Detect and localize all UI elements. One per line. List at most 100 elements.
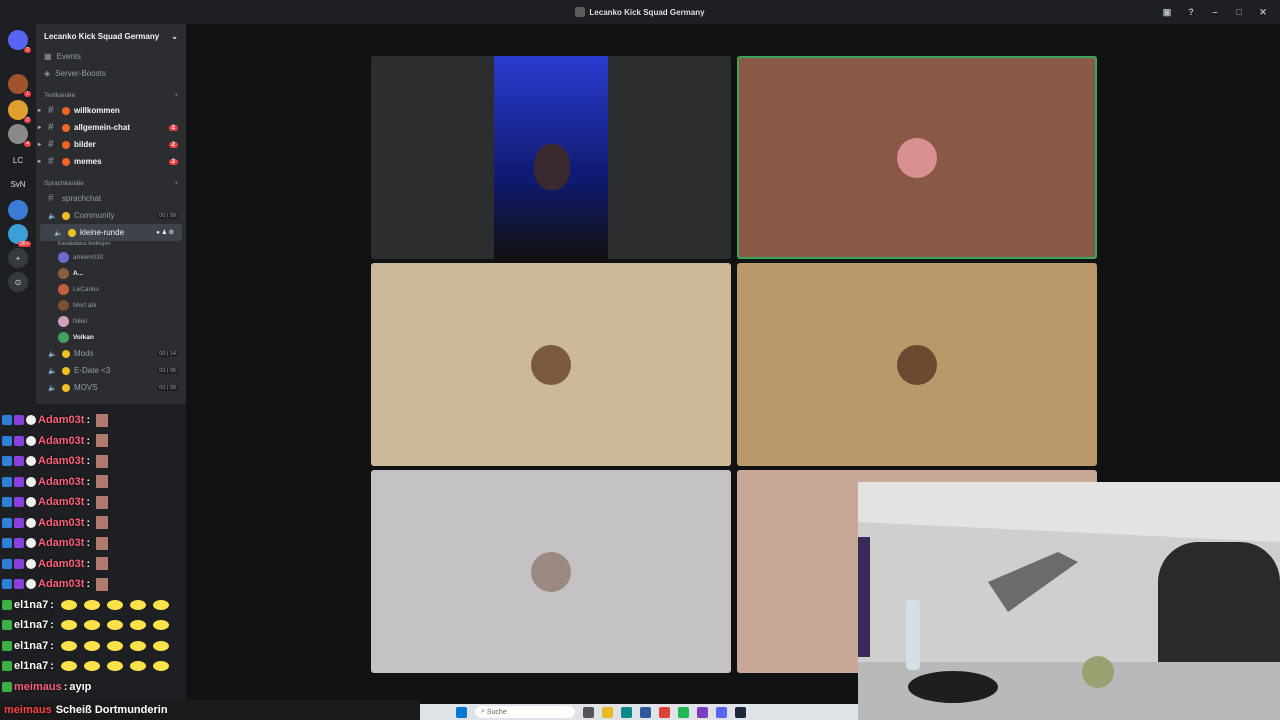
maximize-button[interactable]: □ bbox=[1234, 7, 1244, 18]
voice-channel-sprachchat[interactable]: # sprachchat bbox=[36, 190, 186, 207]
channel-name: MOVS bbox=[74, 383, 98, 392]
ticker-message: Scheiß Dortmunderin bbox=[55, 704, 168, 716]
badge-icon bbox=[2, 497, 12, 508]
badge-icon bbox=[2, 579, 12, 590]
hash-icon: # bbox=[48, 122, 54, 133]
chat-colon: : bbox=[86, 475, 91, 488]
badge-icon bbox=[2, 415, 12, 426]
chat-image bbox=[96, 413, 109, 427]
discord-icon[interactable] bbox=[716, 706, 727, 718]
voice-channel-2[interactable]: 🔈 MOVS 00 | 99 bbox=[36, 379, 186, 396]
chrome-icon[interactable] bbox=[659, 706, 670, 718]
chat-username: Adam03t bbox=[38, 578, 85, 591]
participant-tile-user-4[interactable] bbox=[737, 263, 1097, 466]
category-voice[interactable]: Sprachkanäle + bbox=[36, 176, 186, 190]
edge-icon[interactable] bbox=[621, 706, 632, 718]
server-icon-0[interactable]: 2 bbox=[8, 30, 31, 53]
avatar bbox=[58, 283, 69, 295]
channel-name: willkommen bbox=[74, 106, 120, 115]
spotify-icon[interactable] bbox=[678, 706, 689, 718]
badge-icon bbox=[14, 456, 24, 467]
events-link[interactable]: ▦ Events bbox=[36, 48, 186, 65]
emote-icon bbox=[106, 661, 123, 672]
server-icon-3[interactable]: 4 bbox=[8, 124, 31, 147]
badge-icon bbox=[14, 558, 24, 569]
chat-image bbox=[96, 495, 109, 509]
video-feed bbox=[494, 56, 608, 259]
chat-image bbox=[96, 475, 109, 489]
emote-icon bbox=[60, 640, 77, 651]
channel-allgemein-chat[interactable]: ▸ # allgemein-chat 2 bbox=[36, 119, 186, 136]
voice-user[interactable]: A... bbox=[36, 265, 186, 281]
channel-actions-icon[interactable]: ● ♟ ⚙ bbox=[156, 229, 174, 236]
window-titlebar: Lecanko Kick Squad Germany ▣ ? – □ ✕ bbox=[0, 0, 1280, 24]
participant-tile-user-3[interactable] bbox=[371, 263, 731, 466]
channel-willkommen[interactable]: ▸ # willkommen bbox=[36, 102, 186, 119]
participant-tile-user-5[interactable] bbox=[371, 470, 731, 673]
server-icon-4[interactable]: LC bbox=[8, 150, 28, 170]
inbox-icon[interactable]: ▣ bbox=[1162, 7, 1172, 18]
start-icon[interactable] bbox=[456, 706, 467, 718]
chat-colon: : bbox=[50, 660, 54, 673]
explorer-icon[interactable] bbox=[602, 706, 613, 718]
add-server-icon[interactable]: + bbox=[8, 248, 28, 268]
chat-username: el1na7 bbox=[14, 619, 49, 632]
voice-user[interactable]: Volkan bbox=[36, 329, 186, 345]
channel-emoji-icon bbox=[68, 228, 76, 237]
badge-icon bbox=[2, 599, 12, 610]
arrow-icon: ▸ bbox=[38, 142, 42, 148]
channel-bilder[interactable]: ▸ # bilder 2 bbox=[36, 136, 186, 153]
badge-icon bbox=[14, 476, 24, 487]
channel-memes[interactable]: ▸ # memes 2 bbox=[36, 153, 186, 170]
voice-user[interactable]: Mert abi bbox=[36, 297, 186, 313]
boosts-label: Server-Boosts bbox=[55, 69, 106, 78]
badge-icon bbox=[2, 538, 12, 549]
arrow-icon: ▸ bbox=[38, 125, 42, 131]
chat-message: meimaus: ayıp bbox=[0, 677, 186, 698]
channel-emoji-icon bbox=[62, 349, 70, 358]
server-icon-2[interactable]: 2 bbox=[8, 100, 31, 123]
task-view-icon[interactable] bbox=[583, 706, 594, 718]
add-channel-icon[interactable]: + bbox=[174, 180, 178, 187]
chat-message: el1na7: bbox=[0, 595, 186, 616]
voice-channel-Community[interactable]: 🔈 Community 00 | 99 bbox=[36, 207, 186, 224]
voice-channel-1[interactable]: 🔈 E-Date <3 00 | 05 bbox=[36, 362, 186, 379]
participant-tile-user-2[interactable] bbox=[737, 56, 1097, 259]
webcam-overlay bbox=[858, 482, 1280, 720]
voice-user[interactable]: amiem030 bbox=[36, 249, 186, 265]
server-icon-7[interactable]: 2K+ bbox=[8, 224, 31, 247]
server-icon-5[interactable]: SvN bbox=[8, 174, 28, 194]
server-boosts-link[interactable]: ◈ Server-Boosts bbox=[36, 65, 186, 82]
voice-user[interactable]: Nikki bbox=[36, 313, 186, 329]
help-icon[interactable]: ? bbox=[1186, 7, 1196, 18]
windows-taskbar: ⌕ Suche bbox=[420, 704, 860, 720]
category-text[interactable]: Textkanäle + bbox=[36, 88, 186, 102]
participant-tile-video-stream[interactable] bbox=[371, 56, 731, 259]
guild-header[interactable]: Lecanko Kick Squad Germany ⌄ bbox=[36, 24, 186, 48]
store-icon[interactable] bbox=[640, 706, 651, 718]
steam-icon[interactable] bbox=[735, 706, 746, 718]
taskbar-search[interactable]: ⌕ Suche bbox=[475, 706, 575, 718]
badge-icon bbox=[26, 497, 36, 508]
channel-status[interactable]: Kanalstatus festlegen bbox=[36, 241, 186, 249]
voice-user-name: Mert abi bbox=[73, 301, 97, 309]
close-button[interactable]: ✕ bbox=[1258, 7, 1268, 18]
badge-icon bbox=[26, 538, 36, 549]
chat-image bbox=[96, 536, 109, 550]
voice-channel-0[interactable]: 🔈 Mods 00 | 14 bbox=[36, 345, 186, 362]
discover-icon[interactable]: ⊙ bbox=[8, 272, 28, 292]
app-icon[interactable] bbox=[697, 706, 708, 718]
chat-username: Adam03t bbox=[38, 496, 85, 509]
emote-icon bbox=[83, 620, 100, 631]
add-channel-icon[interactable]: + bbox=[174, 92, 178, 99]
chat-image bbox=[96, 577, 109, 591]
server-icon-1[interactable]: 1 bbox=[8, 74, 31, 97]
server-icon-6[interactable] bbox=[8, 200, 28, 220]
minimize-button[interactable]: – bbox=[1210, 7, 1220, 18]
voice-channel-kleine-runde[interactable]: 🔈 kleine-runde ● ♟ ⚙ bbox=[40, 224, 182, 241]
chat-username: Adam03t bbox=[38, 475, 85, 488]
participant-avatar bbox=[897, 137, 937, 178]
voice-user[interactable]: LeCanko bbox=[36, 281, 186, 297]
chat-colon: : bbox=[86, 414, 91, 427]
chat-message: Adam03t: bbox=[0, 574, 186, 595]
